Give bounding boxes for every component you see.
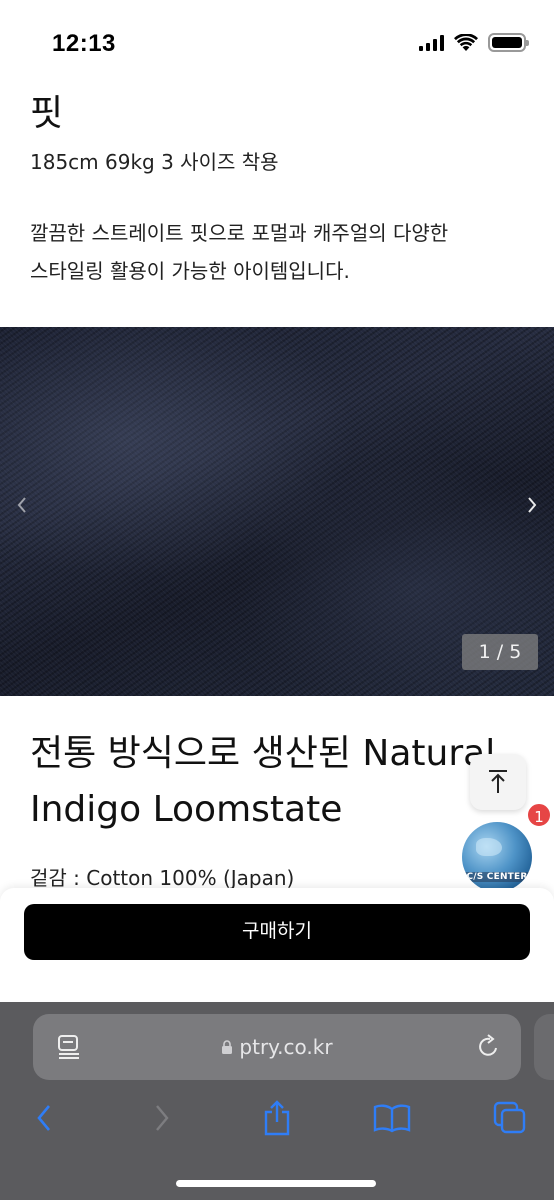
fit-description-line: 깔끔한 스트레이트 핏으로 포멀과 캐주얼의 다양한 (30, 221, 449, 245)
fit-size-info: 185cm 69kg 3 사이즈 착용 (30, 150, 279, 174)
fit-title: 핏 (30, 93, 64, 134)
browser-toolbar: ptry.co.kr (0, 1002, 554, 1200)
bookmarks-button[interactable] (372, 1098, 412, 1138)
status-time: 12:13 (52, 30, 116, 57)
forward-arrow-icon (156, 1105, 169, 1131)
notification-badge: 1 (526, 802, 552, 828)
bookmarks-book-icon (373, 1104, 411, 1133)
status-icons (419, 33, 529, 52)
cs-center-button[interactable]: C/S CENTER (462, 822, 532, 892)
share-button[interactable] (257, 1098, 297, 1138)
forward-button[interactable] (142, 1098, 182, 1138)
url-display: ptry.co.kr (33, 1014, 521, 1080)
material-info: 겉감 : Cotton 100% (Japan) (30, 866, 295, 890)
address-bar[interactable]: ptry.co.kr (33, 1014, 521, 1080)
wifi-icon (454, 33, 478, 51)
battery-icon (488, 33, 529, 52)
chevron-right-icon[interactable] (520, 495, 544, 521)
tabs-button[interactable] (490, 1098, 530, 1138)
next-tab-preview[interactable] (534, 1014, 554, 1080)
fit-description: 깔끔한 스트레이트 핏으로 포멀과 캐주얼의 다양한 스타일링 활용이 가능한 … (30, 214, 530, 290)
share-icon (264, 1100, 290, 1136)
back-arrow-icon (37, 1105, 50, 1131)
carousel-counter: 1 / 5 (462, 634, 538, 670)
reload-icon[interactable] (477, 1034, 501, 1060)
chevron-left-icon[interactable] (10, 495, 34, 521)
back-button[interactable] (24, 1098, 64, 1138)
scroll-to-top-button[interactable] (470, 754, 526, 810)
browser-nav-row (0, 1098, 554, 1138)
cellular-signal-icon (419, 34, 444, 51)
lock-icon (222, 1039, 233, 1054)
status-bar: 12:13 (0, 0, 554, 80)
home-indicator (176, 1180, 376, 1187)
fit-description-line: 스타일링 활용이 가능한 아이템입니다. (30, 259, 350, 283)
arrow-up-to-top-icon (489, 770, 507, 793)
buy-panel: 구매하기 (0, 888, 554, 1004)
cs-center-label: C/S CENTER (462, 872, 532, 882)
url-text: ptry.co.kr (239, 1035, 333, 1059)
product-image-carousel[interactable]: 1 / 5 (0, 327, 554, 696)
tabs-icon (493, 1101, 526, 1134)
buy-button[interactable]: 구매하기 (24, 904, 530, 960)
